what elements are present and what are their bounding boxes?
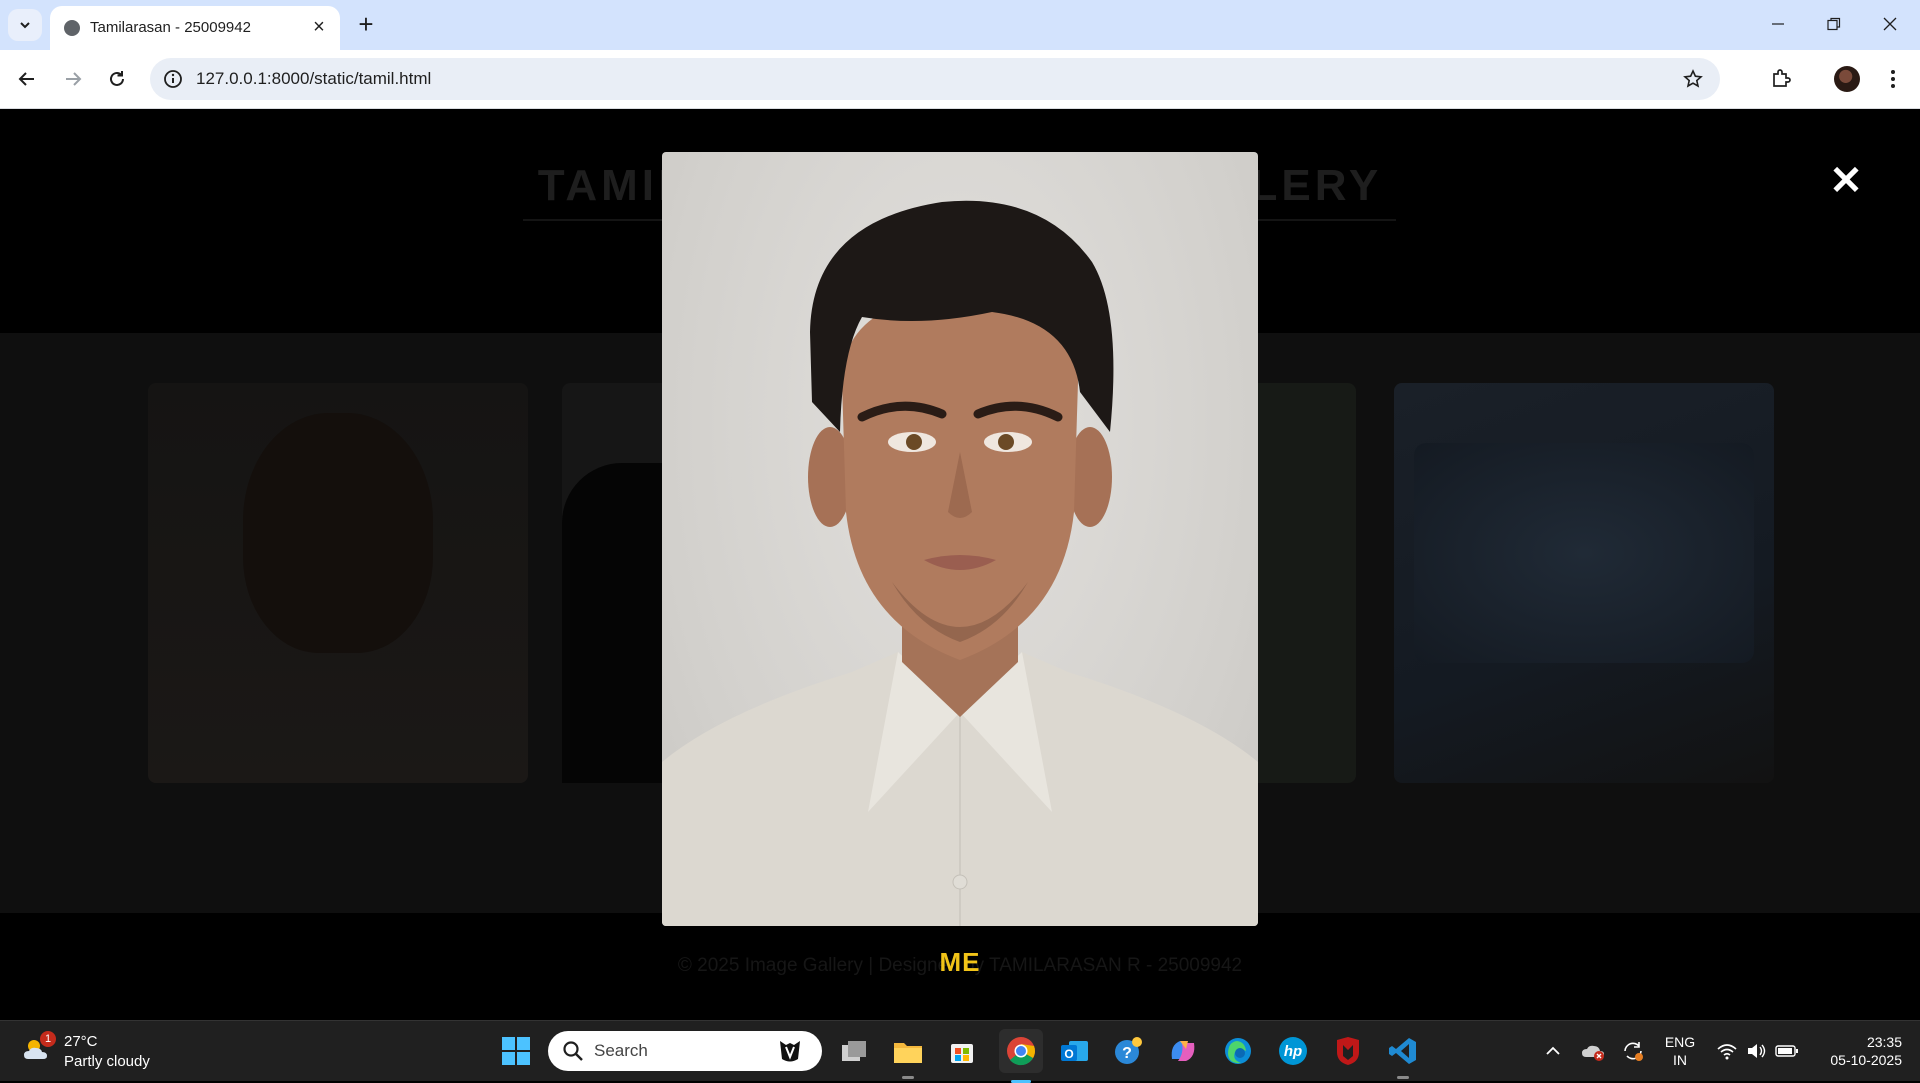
svg-text:hp: hp: [1284, 1043, 1302, 1060]
minimize-icon: [1772, 23, 1784, 25]
chevron-down-icon: [20, 22, 30, 29]
window-close-button[interactable]: [1864, 6, 1916, 42]
chevron-up-icon: [1546, 1046, 1560, 1055]
store-icon: [951, 1044, 973, 1063]
weather-temperature: 27°C: [64, 1033, 98, 1050]
vscode-button[interactable]: [1385, 1033, 1421, 1079]
windows-taskbar: 1 27°C Partly cloudy Search O ? hp ENG I…: [0, 1020, 1920, 1083]
lightbox-caption: ME: [939, 947, 981, 977]
region-code: IN: [1673, 1052, 1687, 1068]
extensions-button[interactable]: [1764, 62, 1798, 96]
windows-logo-icon: [502, 1037, 515, 1050]
svg-text:?: ?: [1122, 1045, 1132, 1062]
forward-button[interactable]: [56, 62, 90, 96]
wifi-status[interactable]: [1712, 1033, 1742, 1069]
get-help-button[interactable]: ?: [1110, 1033, 1146, 1069]
browser-tab-active[interactable]: Tamilarasan - 25009942 ×: [50, 6, 340, 50]
start-button[interactable]: [502, 1037, 530, 1065]
reload-icon: [110, 71, 124, 86]
lightbox-close-button[interactable]: ✕: [1826, 161, 1866, 201]
lightbox-image: [662, 152, 1258, 926]
tab-search-button[interactable]: [8, 9, 42, 41]
search-highlight-icon: [780, 1041, 800, 1062]
arrow-left-icon: [18, 72, 34, 86]
lightbox-overlay[interactable]: ✕ ME: [0, 109, 1920, 1020]
weather-widget[interactable]: 1 27°C Partly cloudy: [22, 1031, 172, 1073]
sync-icon: [1624, 1042, 1643, 1061]
puzzle-icon: [1773, 69, 1791, 87]
taskbar-search[interactable]: Search: [548, 1031, 822, 1071]
search-placeholder: Search: [594, 1041, 648, 1060]
browser-tabstrip: Tamilarasan - 25009942 × +: [0, 0, 1920, 50]
wifi-icon: [1717, 1044, 1737, 1060]
clock-date: 05-10-2025: [1830, 1052, 1902, 1068]
show-hidden-icons-button[interactable]: [1538, 1033, 1568, 1069]
arrow-right-icon: [66, 72, 82, 86]
weather-condition: Partly cloudy: [64, 1053, 150, 1070]
tab-close-button[interactable]: ×: [308, 16, 330, 38]
battery-icon: [1775, 1045, 1798, 1057]
minimize-button[interactable]: [1752, 6, 1804, 42]
clock-time: 23:35: [1866, 1034, 1902, 1050]
help-icon: ?: [1115, 1037, 1142, 1064]
microsoft-store-button[interactable]: [944, 1033, 980, 1069]
weather-notification-badge: 1: [40, 1031, 56, 1047]
volume-status[interactable]: [1742, 1033, 1772, 1069]
task-view-icon: [842, 1041, 866, 1061]
restore-button[interactable]: [1808, 6, 1860, 42]
mcafee-shield-icon: [1337, 1037, 1359, 1065]
hp-app-button[interactable]: hp: [1275, 1033, 1311, 1069]
search-icon: [563, 1041, 583, 1061]
address-bar[interactable]: 127.0.0.1:8000/static/tamil.html: [150, 58, 1720, 100]
outlook-button[interactable]: O: [1056, 1033, 1092, 1069]
task-view-button[interactable]: [836, 1033, 872, 1069]
portrait-photo: [662, 200, 1258, 926]
cloud-error-icon: [1582, 1045, 1604, 1061]
copilot-button[interactable]: [1165, 1033, 1201, 1069]
onedrive-status[interactable]: [1578, 1033, 1608, 1069]
restore-icon: [1827, 17, 1841, 31]
bookmark-star-icon[interactable]: [1680, 66, 1706, 92]
hp-icon: hp: [1279, 1037, 1307, 1065]
edge-button[interactable]: [1220, 1033, 1256, 1069]
profile-button[interactable]: [1830, 62, 1864, 96]
url-text[interactable]: 127.0.0.1:8000/static/tamil.html: [196, 69, 431, 89]
mcafee-button[interactable]: [1330, 1033, 1366, 1069]
chrome-button[interactable]: [999, 1029, 1043, 1083]
back-button[interactable]: [10, 62, 44, 96]
new-tab-button[interactable]: +: [352, 10, 380, 38]
chrome-icon: [1007, 1037, 1035, 1066]
avatar: [1834, 66, 1860, 92]
input-language[interactable]: ENG IN: [1660, 1033, 1700, 1069]
reload-button[interactable]: [100, 62, 134, 96]
more-vertical-icon: [1891, 70, 1895, 88]
browser-menu-button[interactable]: [1876, 62, 1910, 96]
edge-icon: [1225, 1038, 1251, 1064]
system-clock[interactable]: 23:35 05-10-2025: [1812, 1033, 1902, 1069]
battery-status[interactable]: [1772, 1033, 1802, 1069]
close-icon: [1883, 17, 1897, 31]
outlook-icon: O: [1061, 1041, 1088, 1061]
file-explorer-button[interactable]: [890, 1033, 926, 1079]
speaker-icon: [1748, 1044, 1766, 1058]
copilot-icon: [1171, 1041, 1195, 1061]
site-info-icon[interactable]: [162, 68, 184, 90]
globe-icon: [64, 20, 80, 36]
browser-toolbar: 127.0.0.1:8000/static/tamil.html: [0, 50, 1920, 109]
sync-status[interactable]: [1618, 1033, 1648, 1069]
tab-title: Tamilarasan - 25009942: [90, 19, 251, 36]
folder-icon: [894, 1043, 922, 1063]
language-code: ENG: [1664, 1034, 1696, 1050]
svg-text:O: O: [1064, 1047, 1073, 1061]
vscode-icon: [1389, 1038, 1416, 1064]
